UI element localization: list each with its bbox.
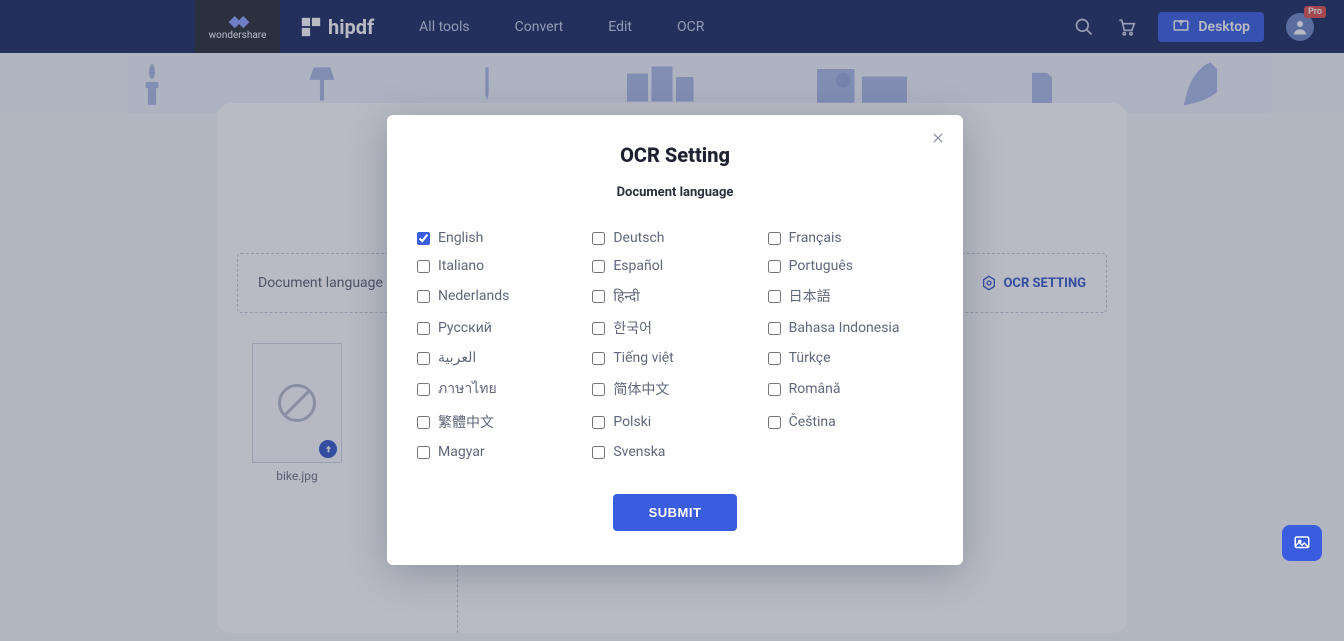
language-label: हिन्दी [613, 287, 639, 306]
language-label: العربية [438, 350, 476, 366]
language-option[interactable]: Bahasa Indonesia [768, 312, 933, 344]
modal-subtitle: Document language [417, 185, 933, 200]
language-option[interactable]: Polski [592, 406, 757, 438]
language-option[interactable]: ภาษาไทย [417, 372, 582, 406]
language-checkbox[interactable] [417, 352, 430, 365]
language-option[interactable]: Русский [417, 312, 582, 344]
language-label: Tiếng việt [613, 350, 673, 366]
language-label: Polski [613, 414, 651, 430]
language-option[interactable]: 日本語 [768, 280, 933, 312]
language-label: Türkçe [789, 350, 831, 366]
language-checkbox[interactable] [417, 383, 430, 396]
language-option[interactable]: 简体中文 [592, 372, 757, 406]
language-checkbox[interactable] [592, 383, 605, 396]
language-checkbox[interactable] [768, 260, 781, 273]
language-label: 简体中文 [613, 379, 669, 399]
language-label: Română [789, 381, 841, 397]
modal-title: OCR Setting [417, 143, 933, 167]
language-checkbox[interactable] [592, 352, 605, 365]
language-label: Svenska [613, 444, 665, 460]
language-checkbox[interactable] [592, 446, 605, 459]
submit-button[interactable]: SUBMIT [613, 494, 738, 531]
language-option[interactable]: Türkçe [768, 344, 933, 372]
language-label: 한국어 [613, 318, 652, 338]
language-label: Français [789, 230, 842, 246]
language-label: Magyar [438, 444, 485, 460]
language-checkbox[interactable] [417, 416, 430, 429]
ocr-setting-modal: OCR Setting Document language English Deu… [387, 115, 963, 565]
language-label: 日本語 [789, 286, 831, 306]
language-label: Čeština [789, 414, 836, 430]
language-checkbox[interactable] [768, 416, 781, 429]
close-icon[interactable] [929, 129, 947, 147]
language-checkbox[interactable] [768, 352, 781, 365]
language-option[interactable]: 한국어 [592, 312, 757, 344]
language-label: Español [613, 258, 663, 274]
language-checkbox[interactable] [592, 260, 605, 273]
language-label: Deutsch [613, 230, 664, 246]
language-option[interactable]: Italiano [417, 252, 582, 280]
language-option[interactable]: العربية [417, 344, 582, 372]
language-option[interactable]: Deutsch [592, 224, 757, 252]
language-option[interactable]: English [417, 224, 582, 252]
language-checkbox[interactable] [768, 383, 781, 396]
language-option[interactable]: 繁體中文 [417, 406, 582, 438]
language-grid: English Deutsch Français Italiano Español Por… [417, 224, 933, 466]
language-option[interactable]: Magyar [417, 438, 582, 466]
language-label: Bahasa Indonesia [789, 320, 900, 336]
language-option[interactable]: Português [768, 252, 933, 280]
language-checkbox[interactable] [592, 232, 605, 245]
language-checkbox[interactable] [592, 322, 605, 335]
language-label: Italiano [438, 258, 484, 274]
language-checkbox[interactable] [768, 290, 781, 303]
language-option[interactable]: हिन्दी [592, 280, 757, 312]
feedback-fab[interactable] [1282, 525, 1322, 561]
language-option[interactable]: Français [768, 224, 933, 252]
language-option[interactable]: Svenska [592, 438, 757, 466]
language-label: ภาษาไทย [438, 378, 497, 400]
language-checkbox[interactable] [768, 322, 781, 335]
language-checkbox[interactable] [417, 232, 430, 245]
language-label: 繁體中文 [438, 412, 494, 432]
language-option[interactable]: Română [768, 372, 933, 406]
language-checkbox[interactable] [417, 290, 430, 303]
language-label: Nederlands [438, 288, 509, 304]
language-checkbox[interactable] [592, 290, 605, 303]
language-option[interactable]: Español [592, 252, 757, 280]
language-checkbox[interactable] [417, 322, 430, 335]
language-label: Português [789, 258, 853, 274]
language-checkbox[interactable] [768, 232, 781, 245]
language-label: English [438, 230, 483, 246]
language-checkbox[interactable] [592, 416, 605, 429]
language-option[interactable]: Nederlands [417, 280, 582, 312]
language-label: Русский [438, 320, 492, 336]
language-checkbox[interactable] [417, 260, 430, 273]
language-option[interactable]: Čeština [768, 406, 933, 438]
image-icon [1292, 534, 1312, 552]
language-checkbox[interactable] [417, 446, 430, 459]
language-option[interactable]: Tiếng việt [592, 344, 757, 372]
